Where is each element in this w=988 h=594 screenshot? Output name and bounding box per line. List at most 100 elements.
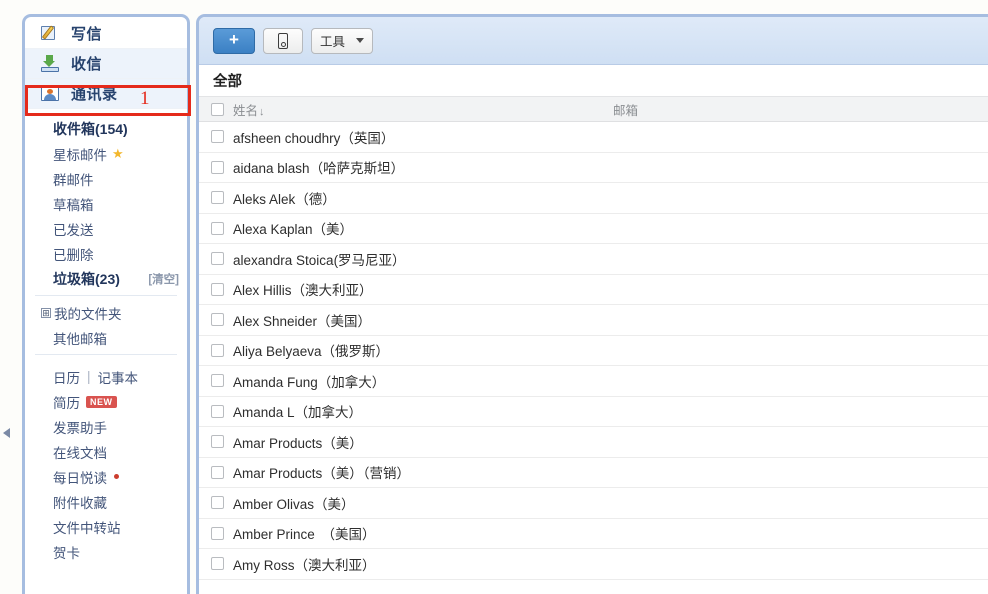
sidebar-item-receive[interactable]: 收信 (25, 49, 187, 79)
table-row[interactable]: Aliya Belyaeva（俄罗斯） (199, 336, 988, 366)
row-checkbox-cell[interactable] (199, 343, 233, 357)
contact-name[interactable]: aidana blash（哈萨克斯坦） (233, 157, 613, 177)
tool-online-docs[interactable]: 在线文档 (25, 439, 187, 464)
contact-name[interactable]: Amber Prince （美国） (233, 523, 613, 543)
folder-other-mailbox[interactable]: 其他邮箱 (25, 325, 187, 350)
folder-deleted[interactable]: 已删除 (25, 241, 187, 266)
folder-my-folders[interactable]: ⊞ 我的文件夹 (25, 300, 187, 325)
row-checkbox-cell[interactable] (199, 160, 233, 174)
row-checkbox[interactable] (210, 557, 224, 571)
star-icon: ★ (112, 146, 124, 161)
contacts-table-header: 姓名↓ 邮箱 (199, 96, 988, 122)
tool-notes-label[interactable]: 记事本 (98, 367, 139, 387)
folder-group-mail[interactable]: 群邮件 (25, 166, 187, 191)
table-row[interactable]: Amar Products（美） (199, 427, 988, 458)
table-row[interactable]: Amanda L（加拿大） (199, 397, 988, 427)
table-row[interactable]: Alexa Kaplan（美） (199, 214, 988, 244)
table-row[interactable]: Aleks Alek（德） (199, 183, 988, 214)
sidebar-item-contacts[interactable]: 通讯录 (25, 79, 187, 109)
row-checkbox-cell[interactable] (199, 130, 233, 144)
row-checkbox-cell[interactable] (199, 221, 233, 235)
row-checkbox[interactable] (210, 435, 224, 449)
contact-name[interactable]: afsheen choudhry（英国） (233, 127, 613, 147)
row-checkbox-cell[interactable] (199, 404, 233, 418)
tools-dropdown-button[interactable]: 工具 (311, 27, 374, 54)
row-checkbox-cell[interactable] (199, 374, 233, 388)
tool-online-docs-label: 在线文档 (53, 445, 107, 461)
row-checkbox[interactable] (210, 282, 224, 296)
folder-trash[interactable]: 垃圾箱(23) [清空] (25, 266, 187, 291)
folder-inbox[interactable]: 收件箱(154) (25, 116, 187, 141)
empty-trash-link[interactable]: [清空] (148, 271, 179, 287)
table-row[interactable]: Amanda Fung（加拿大） (199, 366, 988, 397)
contact-name[interactable]: Amber Olivas（美） (233, 493, 613, 513)
folder-sent[interactable]: 已发送 (25, 216, 187, 241)
row-checkbox-cell[interactable] (199, 496, 233, 510)
tool-greeting-card[interactable]: 贺卡 (25, 539, 187, 564)
contact-name[interactable]: Aleks Alek（德） (233, 188, 613, 208)
import-mobile-contacts-button[interactable] (263, 27, 303, 54)
row-checkbox[interactable] (210, 526, 224, 540)
table-row[interactable]: Amber Olivas（美） (199, 488, 988, 519)
row-checkbox-cell[interactable] (199, 526, 233, 540)
row-checkbox[interactable] (210, 374, 224, 388)
row-checkbox[interactable] (210, 343, 224, 357)
table-row[interactable]: Amy Ross（澳大利亚） (199, 549, 988, 580)
contact-name[interactable]: Amy Ross（澳大利亚） (233, 554, 613, 574)
row-checkbox[interactable] (210, 191, 224, 205)
row-checkbox[interactable] (210, 404, 224, 418)
row-checkbox-cell[interactable] (199, 282, 233, 296)
tool-daily-reading-label: 每日悦读 (53, 470, 107, 486)
sidebar-item-compose[interactable]: 写信 (25, 19, 187, 49)
add-contact-button[interactable]: + (213, 27, 255, 54)
contact-name[interactable]: Alex Shneider（美国） (233, 310, 613, 330)
row-checkbox[interactable] (210, 252, 224, 266)
select-all-cell[interactable] (199, 102, 233, 116)
row-checkbox[interactable] (210, 130, 224, 144)
row-checkbox[interactable] (210, 221, 224, 235)
tool-invoice-assistant[interactable]: 发票助手 (25, 414, 187, 439)
page-title: 全部 (213, 74, 242, 90)
table-row[interactable]: aidana blash（哈萨克斯坦） (199, 153, 988, 183)
row-checkbox-cell[interactable] (199, 313, 233, 327)
row-checkbox[interactable] (210, 465, 224, 479)
row-checkbox-cell[interactable] (199, 465, 233, 479)
sidebar-item-compose-label: 写信 (71, 26, 103, 43)
contact-name[interactable]: alexandra Stoica(罗马尼亚） (233, 249, 613, 269)
row-checkbox-cell[interactable] (199, 191, 233, 205)
row-checkbox-cell[interactable] (199, 252, 233, 266)
table-row[interactable]: Amber Prince （美国） (199, 519, 988, 549)
sidebar-item-contacts-label: 通讯录 (71, 86, 118, 103)
tool-daily-reading[interactable]: 每日悦读 (25, 464, 187, 489)
tool-calendar-label[interactable]: 日历 (53, 367, 80, 387)
column-header-email[interactable]: 邮箱 (613, 100, 988, 119)
table-row[interactable]: Amar Products（美）（营销） (199, 458, 988, 488)
contact-name[interactable]: Alex Hillis（澳大利亚） (233, 279, 613, 299)
tool-calendar-notes[interactable]: 日历 | 记事本 (25, 364, 187, 389)
expand-plus-icon[interactable]: ⊞ (41, 307, 51, 318)
sidebar-collapse-arrow[interactable] (2, 426, 13, 439)
row-checkbox[interactable] (210, 313, 224, 327)
folder-drafts[interactable]: 草稿箱 (25, 191, 187, 216)
column-header-name[interactable]: 姓名↓ (233, 100, 613, 119)
contact-name[interactable]: Amar Products（美） (233, 432, 613, 452)
contact-name[interactable]: Alexa Kaplan（美） (233, 218, 613, 238)
table-row[interactable]: Alex Shneider（美国） (199, 305, 988, 336)
tool-resume[interactable]: 简历 NEW (25, 389, 187, 414)
row-checkbox[interactable] (210, 160, 224, 174)
table-row[interactable]: afsheen choudhry（英国） (199, 122, 988, 153)
select-all-checkbox[interactable] (210, 102, 224, 116)
tool-attachment-favorites[interactable]: 附件收藏 (25, 489, 187, 514)
contact-name[interactable]: Aliya Belyaeva（俄罗斯） (233, 340, 613, 360)
table-row[interactable]: Alex Hillis（澳大利亚） (199, 275, 988, 305)
table-row[interactable]: alexandra Stoica(罗马尼亚） (199, 244, 988, 275)
folder-starred[interactable]: 星标邮件 ★ (25, 141, 187, 166)
chevron-down-icon (356, 38, 365, 43)
row-checkbox-cell[interactable] (199, 557, 233, 571)
tool-file-transfer[interactable]: 文件中转站 (25, 514, 187, 539)
contact-name[interactable]: Amanda L（加拿大） (233, 401, 613, 421)
row-checkbox-cell[interactable] (199, 435, 233, 449)
contact-name[interactable]: Amar Products（美）（营销） (233, 462, 613, 482)
contact-name[interactable]: Amanda Fung（加拿大） (233, 371, 613, 391)
row-checkbox[interactable] (210, 496, 224, 510)
